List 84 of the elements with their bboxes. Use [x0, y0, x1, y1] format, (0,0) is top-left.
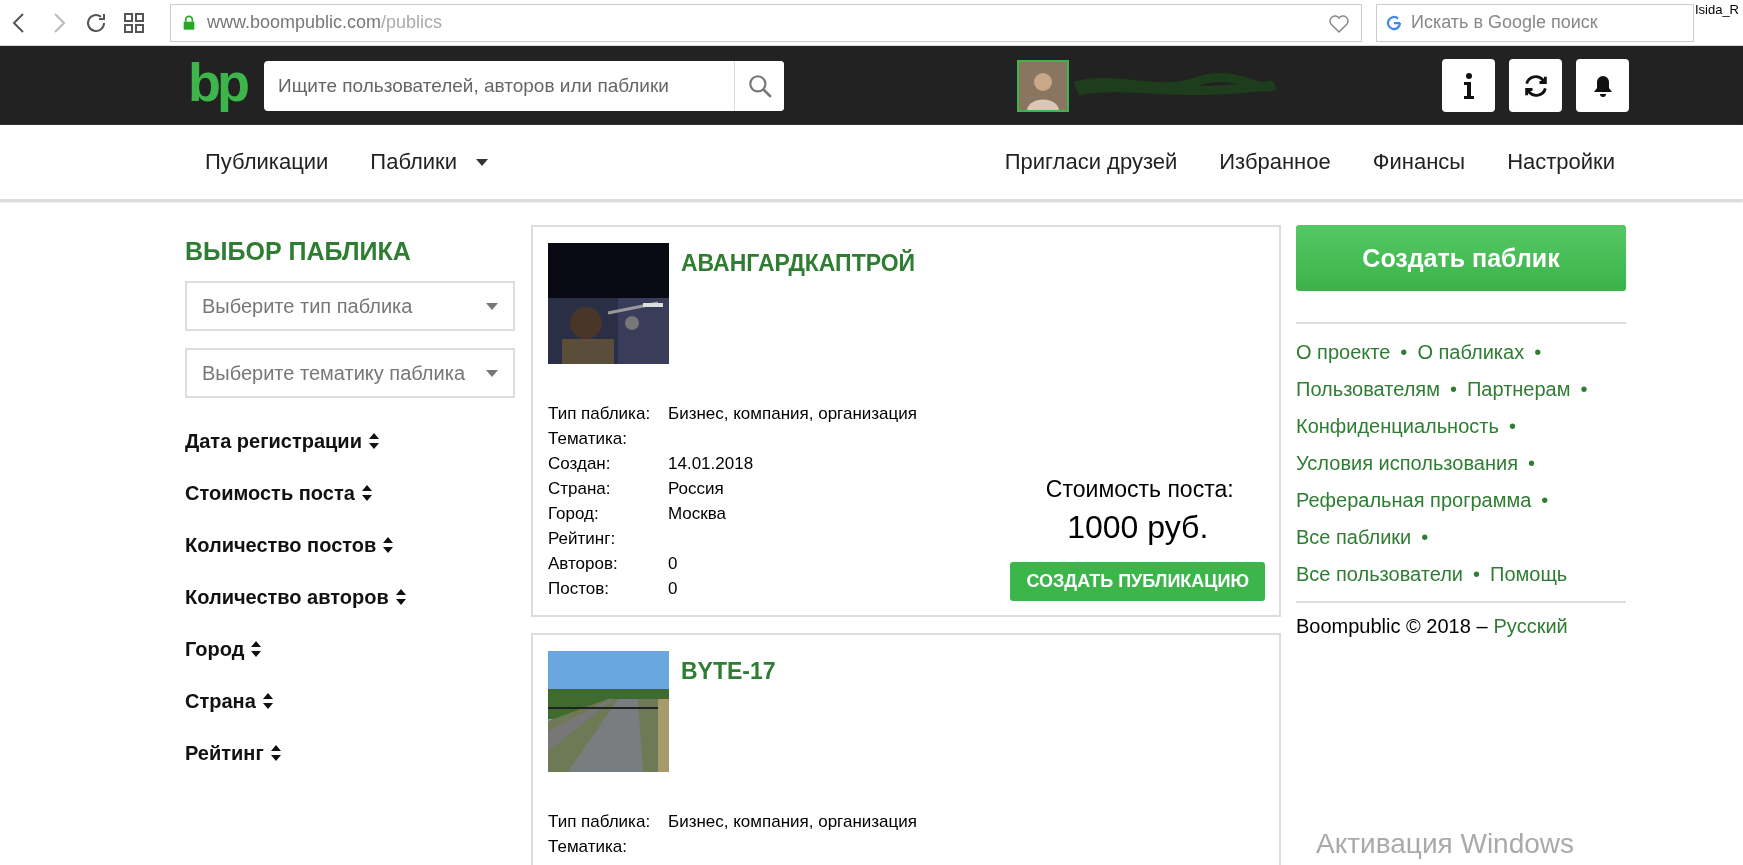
nav-link[interactable]: Избранное — [1219, 149, 1331, 175]
footer-link[interactable]: Пользователям — [1296, 378, 1440, 401]
nav-link[interactable]: Финансы — [1372, 149, 1466, 175]
select-field[interactable]: Выберите тематику паблика — [185, 348, 515, 398]
detail-value: Москва — [668, 503, 728, 525]
language-link[interactable]: Русский — [1493, 615, 1568, 638]
detail-label: Постов: — [548, 578, 610, 600]
sort-icon — [367, 432, 380, 450]
footer-link[interactable]: Реферальная программа — [1296, 489, 1532, 512]
nav-link[interactable]: Паблики — [370, 149, 490, 175]
nav-link[interactable]: Настройки — [1507, 149, 1615, 175]
footer-link[interactable]: Условия использования — [1296, 452, 1518, 475]
detail-value: Россия — [668, 478, 725, 500]
search-field[interactable]: Ищите пользователей, авторов или паблики — [264, 60, 784, 111]
detail-label: Рейтинг: — [548, 528, 617, 550]
public-name[interactable]: BYTE-17 — [681, 658, 776, 686]
grid-icon[interactable] — [122, 10, 146, 35]
sort-icon — [261, 692, 274, 710]
detail-label: Тип паблика: — [548, 403, 652, 425]
create-post-button[interactable]: СОЗДАТЬ ПУБЛИКАЦИЮ — [1010, 562, 1265, 601]
os-notice: Активация Windows — [1316, 828, 1575, 860]
detail-label: Авторов: — [548, 553, 619, 575]
search-input[interactable]: Ищите пользователей, авторов или паблики — [264, 74, 734, 97]
info-icon — [1462, 71, 1475, 100]
detail-label: Тематика: — [548, 428, 628, 450]
bullet: • — [1534, 341, 1542, 364]
sort-icon — [269, 744, 282, 762]
bullet: • — [1528, 452, 1535, 475]
bullet: • — [1508, 415, 1516, 438]
select-field[interactable]: Выберите тип паблика — [185, 281, 515, 331]
footer-link[interactable]: О пабликах — [1417, 341, 1525, 364]
sort-link[interactable]: Количество авторов — [185, 571, 515, 623]
detail-value: 14.01.2018 — [668, 453, 755, 475]
section-title: ВЫБОР ПАБЛИКА — [185, 237, 412, 266]
nav-link[interactable]: Пригласи друзей — [1004, 149, 1178, 175]
sort-link[interactable]: Рейтинг — [185, 727, 515, 779]
search-placeholder: Искать в Google поиск — [1411, 12, 1598, 33]
public-name[interactable]: АВАНГАРДКАПТРОЙ — [681, 250, 916, 278]
footer-link[interactable]: О проекте — [1296, 341, 1391, 364]
bell-button[interactable] — [1576, 59, 1629, 112]
detail-label: Тематика: — [548, 836, 628, 858]
sort-icon — [394, 588, 407, 606]
price-label: Стоимость поста: — [1045, 476, 1234, 503]
search-field[interactable]: Искать в Google поиск — [1376, 3, 1694, 42]
sort-icon — [250, 640, 263, 658]
info-button[interactable] — [1442, 59, 1495, 112]
sort-link[interactable]: Дата регистрации — [185, 415, 515, 467]
bullet: • — [1541, 489, 1549, 512]
sort-icon — [360, 484, 373, 502]
avatar[interactable] — [1017, 59, 1069, 112]
url-text: www.boompublic.com/publics — [207, 12, 443, 33]
user-name: Isida_R — [1694, 2, 1739, 17]
address-bar[interactable]: www.boompublic.com/publics — [170, 3, 1362, 42]
sort-link[interactable]: Страна — [185, 675, 515, 727]
footer-link[interactable]: Партнерам — [1466, 378, 1571, 401]
nav-link[interactable]: Публикации — [205, 149, 329, 175]
detail-label: Тип паблика: — [548, 811, 652, 833]
detail-label: Страна: — [548, 478, 612, 500]
sort-icon — [382, 536, 395, 554]
detail-label: Город: — [548, 503, 600, 525]
refresh-button[interactable] — [1509, 59, 1562, 112]
caret-icon — [485, 368, 499, 378]
caret-icon — [485, 301, 499, 311]
sort-link[interactable]: Город — [185, 623, 515, 675]
sort-link[interactable]: Стоимость поста — [185, 467, 515, 519]
footer-link[interactable]: Помощь — [1490, 563, 1568, 586]
detail-value: Бизнес, компания, организация — [668, 811, 917, 833]
detail-value: 0 — [668, 578, 679, 600]
search-button[interactable] — [734, 60, 784, 111]
detail-value: Бизнес, компания, организация — [668, 403, 917, 425]
bullet: • — [1473, 563, 1481, 586]
footer-link[interactable]: Конфиденциальность — [1296, 415, 1499, 438]
bullet: • — [1449, 378, 1457, 401]
bullet: • — [1400, 341, 1408, 364]
search-icon — [746, 72, 773, 99]
bullet: • — [1580, 378, 1588, 401]
footer-link[interactable]: Все паблики — [1296, 526, 1412, 549]
sort-link[interactable]: Количество постов — [185, 519, 515, 571]
detail-label: Создан: — [548, 453, 612, 475]
price-value: 1000 руб. — [1067, 509, 1209, 546]
footer-link[interactable]: Все пользователи — [1296, 563, 1463, 586]
detail-value: 0 — [668, 553, 679, 575]
copyright-text: Boompublic © 2018 – — [1296, 615, 1488, 638]
bullet: • — [1421, 526, 1429, 549]
